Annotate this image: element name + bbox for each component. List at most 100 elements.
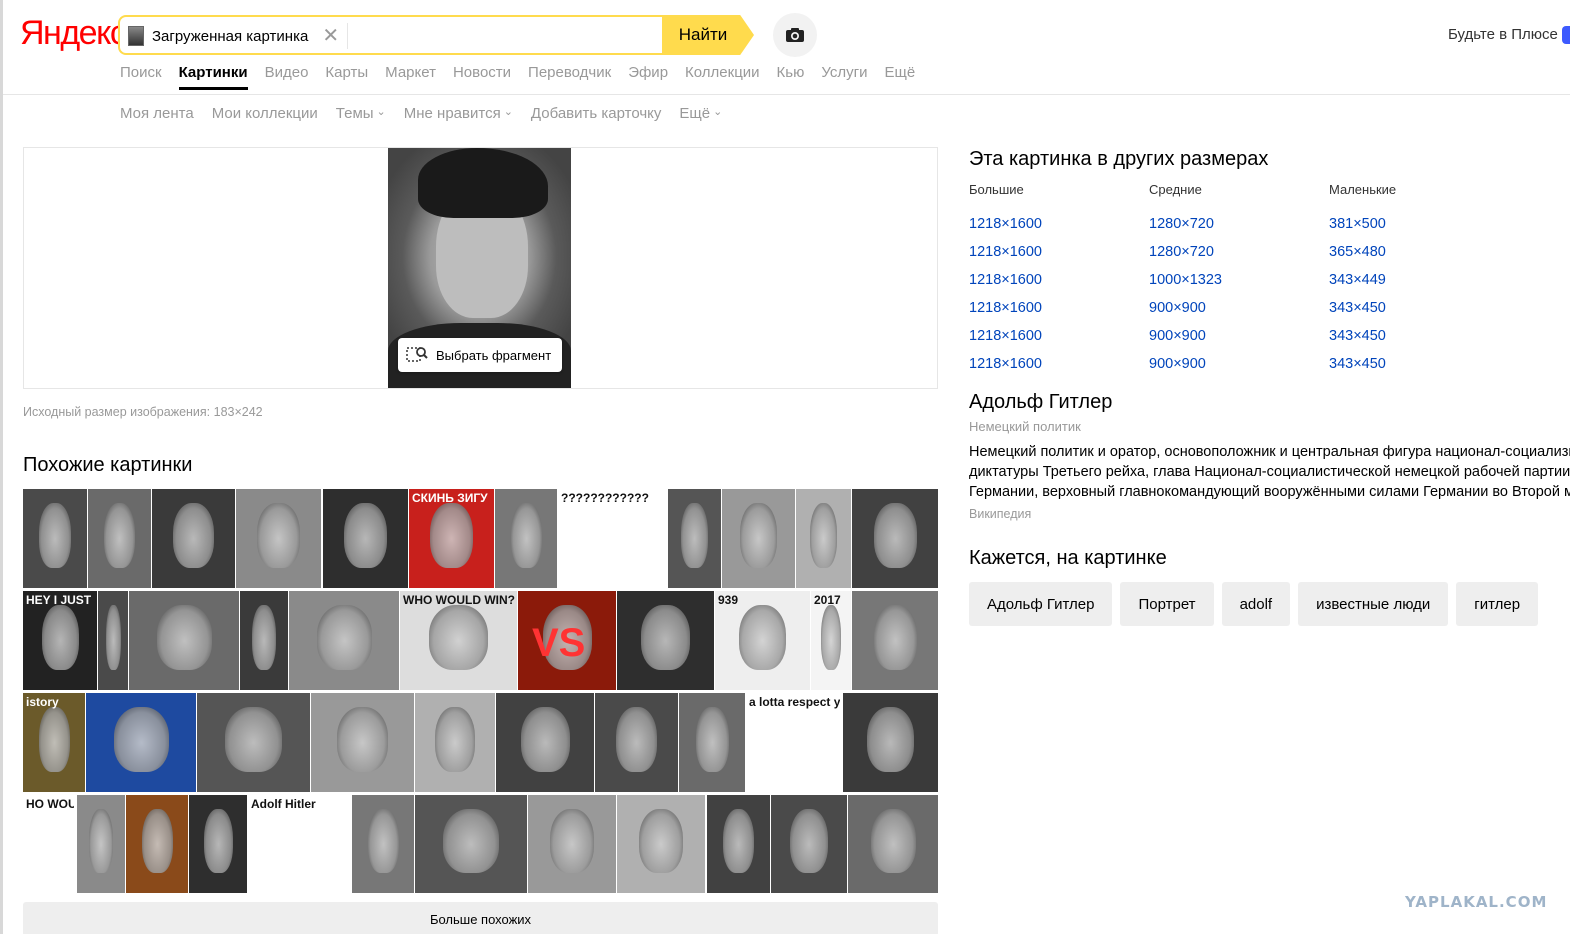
similar-image-thumbnail[interactable]: [311, 693, 414, 792]
size-link[interactable]: 1000×1323: [1149, 266, 1329, 294]
similar-image-thumbnail[interactable]: [23, 489, 87, 588]
similar-image-thumbnail[interactable]: [722, 489, 795, 588]
tag-button[interactable]: Адольф Гитлер: [969, 582, 1113, 626]
nav-item[interactable]: Видео: [265, 64, 309, 90]
similar-image-thumbnail[interactable]: [240, 591, 288, 690]
plus-icon[interactable]: [1562, 26, 1570, 44]
subnav-item[interactable]: Добавить карточку: [531, 105, 661, 122]
nav-item[interactable]: Карты: [325, 64, 368, 90]
entity-source-link[interactable]: Википедия: [969, 507, 1031, 521]
plus-link[interactable]: Будьте в Плюсе: [1448, 26, 1558, 43]
similar-image-thumbnail[interactable]: [189, 795, 247, 893]
size-link[interactable]: 1280×720: [1149, 210, 1329, 238]
similar-image-thumbnail[interactable]: [352, 795, 414, 893]
tag-button[interactable]: известные люди: [1298, 582, 1449, 626]
similar-image-thumbnail[interactable]: HEY I JUST MET YOU: [23, 591, 97, 690]
nav-item[interactable]: Услуги: [821, 64, 867, 90]
similar-image-thumbnail[interactable]: СКИНЬ ЗИГУ: [409, 489, 494, 588]
similar-image-thumbnail[interactable]: [852, 489, 938, 588]
similar-image-thumbnail[interactable]: [528, 795, 616, 893]
similar-image-thumbnail[interactable]: [126, 795, 188, 893]
size-link[interactable]: 343×450: [1329, 350, 1509, 378]
nav-item[interactable]: Новости: [453, 64, 511, 90]
similar-image-thumbnail[interactable]: WHO WOULD WIN?: [400, 591, 517, 690]
similar-image-thumbnail[interactable]: [323, 489, 408, 588]
similar-image-thumbnail[interactable]: [771, 795, 847, 893]
entity-name[interactable]: Адольф Гитлер: [969, 391, 1112, 414]
search-input[interactable]: Загруженная картинка ✕: [118, 15, 666, 55]
size-link[interactable]: 900×900: [1149, 322, 1329, 350]
nav-item[interactable]: Ещё: [885, 64, 916, 90]
size-link[interactable]: 1218×1600: [969, 210, 1149, 238]
size-link[interactable]: 343×450: [1329, 322, 1509, 350]
similar-image-thumbnail[interactable]: [98, 591, 128, 690]
similar-image-thumbnail[interactable]: ????????????: [558, 489, 668, 588]
size-link[interactable]: 1218×1600: [969, 350, 1149, 378]
similar-image-thumbnail[interactable]: [415, 795, 527, 893]
similar-image-thumbnail[interactable]: [617, 795, 705, 893]
similar-image-thumbnail[interactable]: [289, 591, 399, 690]
nav-item[interactable]: Поиск: [120, 64, 162, 90]
camera-icon[interactable]: [773, 13, 817, 57]
nav-item[interactable]: Картинки: [178, 64, 248, 90]
similar-image-thumbnail[interactable]: [496, 693, 594, 792]
size-link[interactable]: 343×449: [1329, 266, 1509, 294]
size-link[interactable]: 343×450: [1329, 294, 1509, 322]
find-button[interactable]: Найти: [662, 15, 754, 55]
similar-image-thumbnail[interactable]: [617, 591, 714, 690]
similar-image-thumbnail[interactable]: [796, 489, 851, 588]
nav-item[interactable]: Кью: [777, 64, 805, 90]
similar-image-thumbnail[interactable]: Adolf Hitler: [248, 795, 351, 893]
subnav-item[interactable]: Мне нравится: [404, 105, 513, 122]
size-link[interactable]: 900×900: [1149, 294, 1329, 322]
more-similar-button[interactable]: Больше похожих: [23, 902, 938, 934]
similar-image-thumbnail[interactable]: istory: [23, 693, 85, 792]
size-link[interactable]: 1218×1600: [969, 322, 1149, 350]
close-icon[interactable]: ✕: [322, 26, 339, 46]
size-link[interactable]: 381×500: [1329, 210, 1509, 238]
similar-image-thumbnail[interactable]: [595, 693, 678, 792]
similar-image-thumbnail[interactable]: [679, 693, 745, 792]
similar-image-thumbnail[interactable]: [707, 795, 770, 893]
thumbnail-figure: [103, 502, 136, 569]
thumbnail-figure: [336, 706, 389, 773]
similar-image-thumbnail[interactable]: [236, 489, 321, 588]
size-link[interactable]: 1280×720: [1149, 238, 1329, 266]
similar-image-thumbnail[interactable]: [152, 489, 235, 588]
nav-item[interactable]: Переводчик: [528, 64, 611, 90]
similar-image-thumbnail[interactable]: 939: [715, 591, 810, 690]
size-link[interactable]: 1218×1600: [969, 266, 1149, 294]
tag-button[interactable]: adolf: [1221, 582, 1291, 626]
similar-image-thumbnail[interactable]: [852, 591, 938, 690]
yandex-logo[interactable]: Яндекс: [20, 14, 127, 53]
similar-image-thumbnail[interactable]: [77, 795, 125, 893]
subnav-item[interactable]: Ещё: [679, 105, 722, 122]
size-link[interactable]: 1218×1600: [969, 238, 1149, 266]
tag-button[interactable]: гитлер: [1456, 582, 1539, 626]
nav-item[interactable]: Коллекции: [685, 64, 760, 90]
similar-image-thumbnail[interactable]: VS: [518, 591, 616, 690]
similar-image-thumbnail[interactable]: 2017: [811, 591, 851, 690]
subnav-item[interactable]: Мои коллекции: [212, 105, 318, 122]
subnav-item[interactable]: Моя лента: [120, 105, 194, 122]
nav-item[interactable]: Маркет: [385, 64, 436, 90]
similar-image-thumbnail[interactable]: [86, 693, 196, 792]
similar-image-thumbnail[interactable]: [129, 591, 239, 690]
similar-image-thumbnail[interactable]: [415, 693, 495, 792]
size-link[interactable]: 900×900: [1149, 350, 1329, 378]
nav-item[interactable]: Эфир: [628, 64, 668, 90]
uploaded-image-chip: Загруженная картинка ✕: [128, 23, 349, 49]
subnav-item[interactable]: Темы: [336, 105, 386, 122]
similar-image-thumbnail[interactable]: [848, 795, 938, 893]
similar-image-thumbnail[interactable]: [843, 693, 938, 792]
similar-image-thumbnail[interactable]: [88, 489, 151, 588]
similar-image-thumbnail[interactable]: [668, 489, 721, 588]
size-link[interactable]: 1218×1600: [969, 294, 1149, 322]
similar-image-thumbnail[interactable]: [495, 489, 557, 588]
similar-image-thumbnail[interactable]: a lotta respect y'all: [746, 693, 842, 792]
similar-image-thumbnail[interactable]: HO WOULD WIN: [23, 795, 76, 893]
tag-button[interactable]: Портрет: [1120, 582, 1214, 626]
similar-image-thumbnail[interactable]: [197, 693, 310, 792]
select-fragment-button[interactable]: Выбрать фрагмент: [398, 338, 562, 372]
size-link[interactable]: 365×480: [1329, 238, 1509, 266]
